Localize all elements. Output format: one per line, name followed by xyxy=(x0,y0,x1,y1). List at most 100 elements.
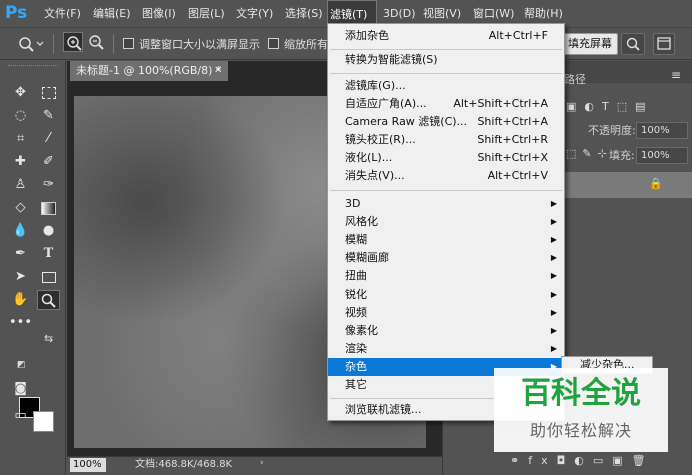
resize-windows-label: 调整窗口大小以满屏显示 xyxy=(139,38,260,51)
watermark-subtitle: 助你轻松解决 xyxy=(529,421,632,440)
zoom-level-field[interactable]: 100% xyxy=(70,458,106,472)
submenu-arrow-icon: ▶ xyxy=(550,199,557,208)
submenu-arrow-icon: ▶ xyxy=(550,217,557,226)
fill-screen-button[interactable]: 填充屏幕 xyxy=(562,33,618,55)
status-arrow-icon[interactable]: › xyxy=(260,458,264,468)
zoom-all-label: 缩放所有 xyxy=(284,38,328,51)
menu-item-blur-gallery[interactable]: 模糊画廊 ▶ xyxy=(328,249,564,267)
submenu-arrow-icon: ▶ xyxy=(550,290,557,299)
menu-item-video[interactable]: 视频 ▶ xyxy=(328,304,564,322)
paths-tab[interactable]: 路径 xyxy=(564,72,586,88)
document-tab[interactable]: 未标题-1 @ 100%(RGB/8) * xyxy=(70,61,228,81)
healing-brush-tool-icon[interactable]: ✚ xyxy=(9,152,32,172)
zoom-out-icon[interactable] xyxy=(86,32,106,52)
menu-edit[interactable]: 编辑(E) xyxy=(91,0,133,27)
menu-item-liquify[interactable]: 液化(L)... Shift+Ctrl+X xyxy=(328,149,564,167)
menu-item-adaptive-wide-angle[interactable]: 自适应广角(A)... Alt+Shift+Ctrl+A xyxy=(328,95,564,113)
dodge-tool-icon[interactable]: ● xyxy=(37,221,60,241)
layer-row-background[interactable] xyxy=(563,172,692,198)
panel-menu-icon[interactable]: ≡ xyxy=(671,68,681,82)
opacity-label: 不透明度: xyxy=(588,124,636,137)
submenu-arrow-icon: ▶ xyxy=(550,308,557,317)
menu-item-pixelate[interactable]: 像素化 ▶ xyxy=(328,322,564,340)
search-button[interactable] xyxy=(621,33,645,55)
menu-image[interactable]: 图像(I) xyxy=(140,0,178,27)
eyedropper-tool-icon[interactable]: ⁄ xyxy=(37,129,60,149)
menu-layer[interactable]: 图层(L) xyxy=(186,0,227,27)
menu-item-filter-gallery[interactable]: 滤镜库(G)... xyxy=(328,77,564,95)
zoom-all-checkbox[interactable] xyxy=(268,38,279,49)
zoom-tool-preset-icon[interactable] xyxy=(18,36,44,52)
document-size-info: 文档:468.8K/468.8K xyxy=(135,459,233,470)
quick-select-tool-icon[interactable]: ✎ xyxy=(37,106,60,126)
tools-panel: ✥ ◌ ✎ ⌗ ⁄ ✚ ✐ ♙ ✑ ◇ 💧 ● ✒ T ➤ ✋ ••• ⇆ ◩ … xyxy=(0,61,66,475)
resize-windows-checkbox[interactable] xyxy=(123,38,134,49)
menu-item-3d[interactable]: 3D ▶ xyxy=(328,195,564,213)
crop-tool-icon[interactable]: ⌗ xyxy=(9,129,32,149)
default-colors-icon[interactable]: ◩ xyxy=(17,360,26,370)
panel-grip xyxy=(8,65,58,69)
swap-colors-icon[interactable]: ⇆ xyxy=(44,332,53,345)
menu-item-vanishing-point[interactable]: 消失点(V)... Alt+Ctrl+V xyxy=(328,167,564,185)
history-brush-tool-icon[interactable]: ✑ xyxy=(37,175,60,195)
workspace-icon xyxy=(657,37,671,50)
menu-separator xyxy=(330,49,562,50)
screen-mode-icon[interactable]: ▭ xyxy=(9,406,32,426)
blur-tool-icon[interactable]: 💧 xyxy=(9,221,32,241)
layer-actions-icons[interactable]: ⚭fx◘◐▭▣🗑 xyxy=(510,454,655,467)
quick-mask-icon[interactable]: ◙ xyxy=(9,379,32,399)
menu-item-convert-smart-filter[interactable]: 转换为智能滤镜(S) xyxy=(328,51,564,69)
submenu-arrow-icon: ▶ xyxy=(550,344,557,353)
magnifier-icon xyxy=(41,293,56,308)
menu-separator xyxy=(330,73,562,74)
menu-type[interactable]: 文字(Y) xyxy=(234,0,275,27)
menu-item-add-noise[interactable]: 添加杂色 Alt+Ctrl+F xyxy=(328,27,564,45)
zoom-tool-icon[interactable] xyxy=(37,290,60,310)
move-tool-icon[interactable]: ✥ xyxy=(9,83,32,103)
lasso-tool-icon[interactable]: ◌ xyxy=(9,106,32,126)
status-bar xyxy=(67,456,442,475)
menu-item-distort[interactable]: 扭曲 ▶ xyxy=(328,267,564,285)
lock-icon: 🔒 xyxy=(649,177,663,190)
menu-item-blur[interactable]: 模糊 ▶ xyxy=(328,231,564,249)
menu-item-render[interactable]: 渲染 ▶ xyxy=(328,340,564,358)
edit-toolbar-icon[interactable]: ••• xyxy=(9,313,32,333)
submenu-arrow-icon: ▶ xyxy=(550,326,557,335)
menu-item-lens-correction[interactable]: 镜头校正(R)... Shift+Ctrl+R xyxy=(328,131,564,149)
opacity-field[interactable]: 100% xyxy=(636,122,688,139)
watermark: 百科全说 助你轻松解决 xyxy=(494,368,668,452)
hand-tool-icon[interactable]: ✋ xyxy=(9,290,32,310)
path-selection-tool-icon[interactable]: ➤ xyxy=(9,267,32,287)
search-icon xyxy=(626,37,640,51)
watermark-title: 百科全说 xyxy=(521,376,641,411)
brush-tool-icon[interactable]: ✐ xyxy=(37,152,60,172)
pen-tool-icon[interactable]: ✒ xyxy=(9,244,32,264)
menu-item-stylize[interactable]: 风格化 ▶ xyxy=(328,213,564,231)
menu-item-sharpen[interactable]: 锐化 ▶ xyxy=(328,286,564,304)
rectangle-tool-icon[interactable] xyxy=(37,267,60,287)
lock-icons[interactable]: ⬚✎⊹ xyxy=(566,147,613,160)
eraser-tool-icon[interactable]: ◇ xyxy=(9,198,32,218)
menu-separator xyxy=(330,190,562,191)
marquee-tool-icon[interactable] xyxy=(37,83,60,103)
fill-field[interactable]: 100% xyxy=(636,147,688,164)
type-tool-icon[interactable]: T xyxy=(37,244,60,264)
gradient-tool-icon[interactable] xyxy=(37,198,60,218)
close-tab-icon[interactable]: ✕ xyxy=(214,61,228,81)
layer-filter-icons[interactable]: ▣◐T⬚▤ xyxy=(566,100,654,113)
submenu-arrow-icon: ▶ xyxy=(550,253,557,262)
zoom-in-icon[interactable] xyxy=(63,32,83,52)
menu-file[interactable]: 文件(F) xyxy=(42,0,83,27)
filter-menu: 添加杂色 Alt+Ctrl+F 转换为智能滤镜(S) 滤镜库(G)... 自适应广… xyxy=(327,23,565,421)
menu-item-camera-raw[interactable]: Camera Raw 滤镜(C)... Shift+Ctrl+A xyxy=(328,113,564,131)
submenu-arrow-icon: ▶ xyxy=(550,235,557,244)
workspace-button[interactable] xyxy=(653,33,675,55)
photoshop-logo: Ps xyxy=(5,3,28,23)
menu-select[interactable]: 选择(S) xyxy=(283,0,325,27)
divider xyxy=(53,34,54,54)
divider xyxy=(113,34,114,54)
clone-stamp-tool-icon[interactable]: ♙ xyxy=(9,175,32,195)
fill-label: 填充: xyxy=(609,149,635,162)
submenu-arrow-icon: ▶ xyxy=(550,271,557,280)
background-color-swatch[interactable] xyxy=(33,411,54,432)
